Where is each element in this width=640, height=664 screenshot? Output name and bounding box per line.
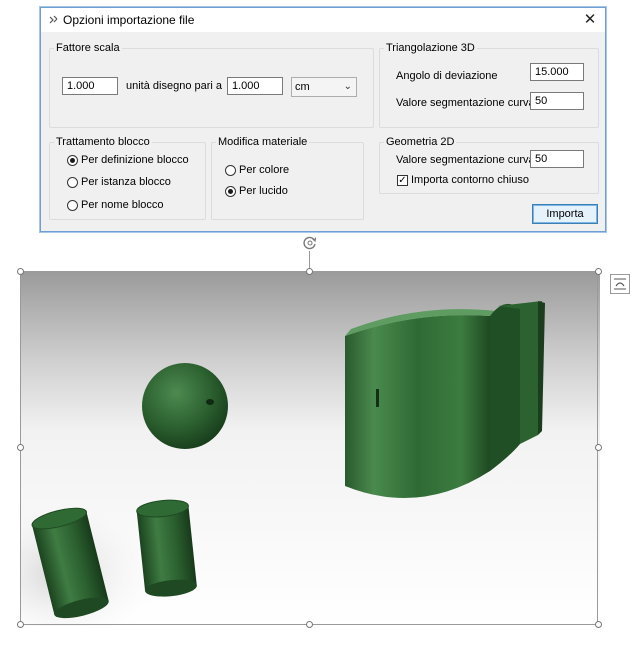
radio-label: Per nome blocco [81,199,164,211]
radio-per-istanza-blocco[interactable]: Per istanza blocco [67,176,171,188]
import-options-dialog: Opzioni importazione file ✕ Fattore scal… [40,7,606,232]
resize-handle-right[interactable] [595,444,602,451]
radio-label: Per colore [239,164,290,176]
checkmark-icon: ✓ [397,174,408,186]
resize-handle-bottom-right[interactable] [595,621,602,628]
geometry2d-legend: Geometria 2D [386,136,455,148]
triangulation-legend: Triangolazione 3D [386,42,475,54]
scale-value-input[interactable]: 1.000 [62,77,118,95]
resize-handle-left[interactable] [17,444,24,451]
chevron-down-icon: ⌄ [343,81,352,92]
radio-selected-icon [225,185,236,197]
resize-handle-top[interactable] [306,268,313,275]
closed-contour-label: Importa contorno chiuso [411,174,530,186]
radio-label: Per definizione blocco [81,154,189,166]
radio-empty-icon [225,164,236,176]
triangulation-group: Triangolazione 3D [379,42,599,128]
layout-options-icon[interactable] [610,274,630,294]
angle-input[interactable]: 15.000 [530,63,584,81]
wrap-text-icon [614,278,626,290]
scale-legend: Fattore scala [56,42,120,54]
radio-per-lucido[interactable]: Per lucido [225,185,288,197]
rendered-3d-scene[interactable] [20,271,600,626]
resize-handle-top-right[interactable] [595,268,602,275]
dialog-titlebar: Opzioni importazione file ✕ [41,8,605,32]
resize-handle-bottom[interactable] [306,621,313,628]
radio-empty-icon [67,199,78,211]
material-group: Modifica materiale [211,136,364,220]
curve-segmentation-2d-input[interactable]: 50 [530,150,584,168]
close-icon[interactable]: ✕ [575,8,605,32]
unit-select-value: cm [295,81,310,93]
radio-empty-icon [67,176,78,188]
unit-select[interactable]: cm ⌄ [291,77,357,97]
radio-label: Per istanza blocco [81,176,171,188]
radio-label: Per lucido [239,185,288,197]
angle-label: Angolo di deviazione [396,70,498,82]
closed-contour-checkbox[interactable]: ✓ Importa contorno chiuso [397,174,529,186]
resize-handle-top-left[interactable] [17,268,24,275]
curve-segmentation-2d-label: Valore segmentazione curva [396,154,535,166]
scale-equals-label: unità disegno pari a [126,80,223,92]
radio-selected-icon [67,154,78,166]
dialog-title: Opzioni importazione file [63,13,195,27]
curve-segmentation-label: Valore segmentazione curva [396,97,535,109]
import-options-icon [49,15,58,24]
import-button[interactable]: Importa [532,204,598,224]
resize-handle-bottom-left[interactable] [17,621,24,628]
scale-target-input[interactable]: 1.000 [227,77,283,95]
radio-per-nome-blocco[interactable]: Per nome blocco [67,199,164,211]
radio-per-colore[interactable]: Per colore [225,164,289,176]
rotate-handle-icon[interactable] [302,235,318,251]
radio-per-definizione-blocco[interactable]: Per definizione blocco [67,154,189,166]
block-legend: Trattamento blocco [56,136,150,148]
curve-segmentation-input[interactable]: 50 [530,92,584,110]
material-legend: Modifica materiale [218,136,308,148]
